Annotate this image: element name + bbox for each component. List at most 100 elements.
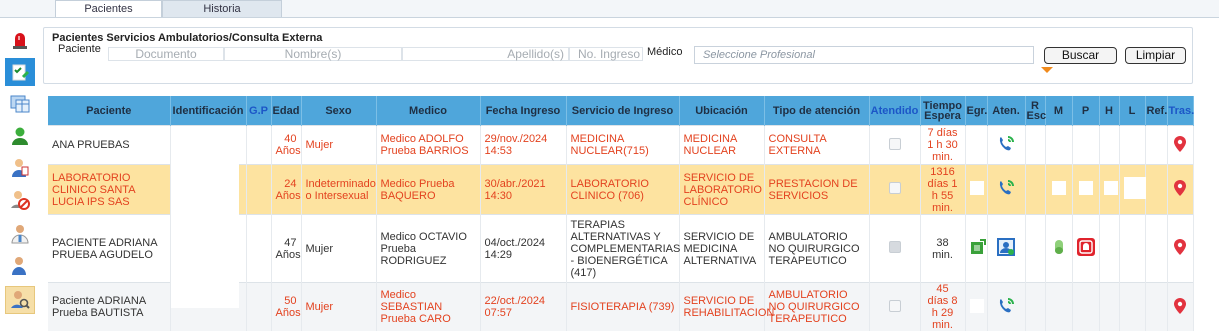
medico-select[interactable]: Seleccione Profesional [694, 46, 1034, 64]
col-resc[interactable]: R Esc [1025, 96, 1046, 126]
pill-icon[interactable] [1054, 240, 1063, 254]
cell-tras[interactable] [1167, 164, 1194, 215]
tab-bar: Pacientes Historia [0, 0, 1219, 18]
cell-sexo: Mujer [301, 282, 377, 331]
cell-ubicacion: SERVICIO DE LABORATORIO CLÍNICO [679, 164, 765, 215]
col-ubicacion[interactable]: Ubicación [679, 96, 765, 126]
h-blank [1103, 181, 1118, 195]
cell-aten[interactable] [987, 125, 1026, 165]
p-blank [1078, 181, 1093, 195]
discharge-icon[interactable] [970, 239, 986, 255]
cell-m[interactable] [1045, 214, 1073, 283]
cell-aten[interactable] [987, 164, 1026, 215]
col-p[interactable]: P [1072, 96, 1100, 126]
sidebar-patient-search[interactable] [5, 286, 35, 314]
cell-p [1072, 125, 1100, 165]
medico-label: Médico [647, 46, 683, 58]
col-atendido[interactable]: Atendido [869, 96, 921, 126]
col-l[interactable]: L [1119, 96, 1146, 126]
edad-num: 47 [284, 236, 297, 249]
col-fecha[interactable]: Fecha Ingreso [480, 96, 567, 126]
sidebar-patient[interactable] [5, 252, 35, 280]
sidebar-user-stop[interactable] [5, 186, 35, 214]
nombre-field[interactable]: Nombre(s) [224, 47, 402, 61]
limpiar-button[interactable]: Limpiar [1125, 47, 1186, 64]
location-pin-icon[interactable] [1174, 239, 1186, 255]
cell-tiempo: 38 min. [920, 214, 966, 283]
cell-egr [965, 164, 988, 215]
cell-aten[interactable] [987, 282, 1026, 331]
sidebar-user[interactable] [5, 122, 35, 150]
cell-tiempo: 7 días 1 h 30 min. [920, 125, 966, 165]
cell-atendido[interactable] [869, 125, 921, 165]
atendido-checkbox[interactable] [888, 182, 901, 194]
alert-box-icon[interactable] [1076, 238, 1095, 256]
tab-historia[interactable]: Historia [162, 0, 282, 17]
cell-atendido[interactable] [869, 164, 921, 215]
expand-arrow-icon[interactable] [1041, 67, 1053, 73]
phone-call-icon[interactable] [997, 179, 1015, 197]
atendido-checkbox[interactable] [888, 299, 901, 312]
sidebar-alarm[interactable] [5, 26, 35, 54]
documento-field[interactable]: Documento [108, 47, 224, 61]
col-ref[interactable]: Ref. [1145, 96, 1168, 126]
location-pin-icon[interactable] [1174, 180, 1186, 196]
sidebar [0, 18, 42, 333]
m-blank [1051, 181, 1066, 195]
buscar-button[interactable]: Buscar [1044, 47, 1117, 64]
col-gp[interactable]: G.P [246, 96, 272, 126]
cell-l [1119, 214, 1146, 283]
sidebar-grid[interactable] [5, 90, 35, 118]
col-paciente[interactable]: Paciente [48, 96, 171, 126]
cell-atendido[interactable] [869, 214, 921, 283]
col-identificacion[interactable]: Identificación [170, 96, 247, 126]
cell-gp [246, 214, 272, 283]
col-edad[interactable]: Edad [271, 96, 302, 126]
cell-p[interactable] [1072, 214, 1100, 283]
col-servicio[interactable]: Servicio de Ingreso [566, 96, 680, 126]
patient-card-icon[interactable] [996, 237, 1016, 257]
cell-medico: Medico SEBASTIAN Prueba CARO [376, 282, 481, 331]
col-m[interactable]: M [1045, 96, 1073, 126]
cell-p [1072, 164, 1100, 215]
col-aten[interactable]: Aten. [987, 96, 1026, 126]
sidebar-checklist[interactable] [5, 58, 35, 86]
cell-resc [1025, 282, 1046, 331]
cell-edad: 47 Años [271, 214, 302, 283]
phone-call-icon[interactable] [997, 135, 1015, 153]
cell-servicio: FISIOTERAPIA (739) [566, 282, 680, 331]
sidebar-user-edit[interactable] [5, 154, 35, 182]
apellido-field[interactable]: Apellido(s) [402, 47, 569, 61]
cell-ref [1145, 214, 1168, 283]
col-egr[interactable]: Egr. [965, 96, 988, 126]
col-sexo[interactable]: Sexo [301, 96, 377, 126]
sidebar-doctor[interactable] [5, 220, 35, 248]
atendido-checkbox[interactable] [888, 137, 901, 150]
atendido-checkbox[interactable] [888, 241, 901, 253]
cell-atendido[interactable] [869, 282, 921, 331]
edad-unit: Años [275, 189, 301, 202]
cell-aten[interactable] [987, 214, 1026, 283]
cell-tras[interactable] [1167, 125, 1194, 165]
col-tras[interactable]: Tras. [1167, 96, 1194, 126]
cell-gp [246, 125, 272, 165]
location-pin-icon[interactable] [1174, 135, 1186, 152]
col-h[interactable]: H [1099, 96, 1120, 126]
egr-blank [969, 298, 984, 313]
col-tiempo[interactable]: Tiempo Espera [920, 96, 966, 126]
edad-unit: Años [275, 248, 301, 261]
cell-egr[interactable] [965, 214, 988, 283]
col-medico[interactable]: Medico [376, 96, 481, 126]
cell-tiempo: 1316 días 1 h 55 min. [920, 164, 966, 215]
cell-tras[interactable] [1167, 282, 1194, 331]
col-tipo[interactable]: Tipo de atención [764, 96, 870, 126]
cell-resc [1025, 164, 1046, 215]
location-pin-icon[interactable] [1174, 297, 1186, 314]
cell-ref [1145, 164, 1168, 215]
cell-medico: Medico OCTAVIO Prueba RODRIGUEZ [376, 214, 481, 283]
cell-resc [1025, 125, 1046, 165]
phone-call-icon[interactable] [997, 297, 1015, 315]
ingreso-field[interactable]: No. Ingreso [569, 47, 643, 61]
tab-pacientes[interactable]: Pacientes [55, 0, 162, 17]
cell-tras[interactable] [1167, 214, 1194, 283]
